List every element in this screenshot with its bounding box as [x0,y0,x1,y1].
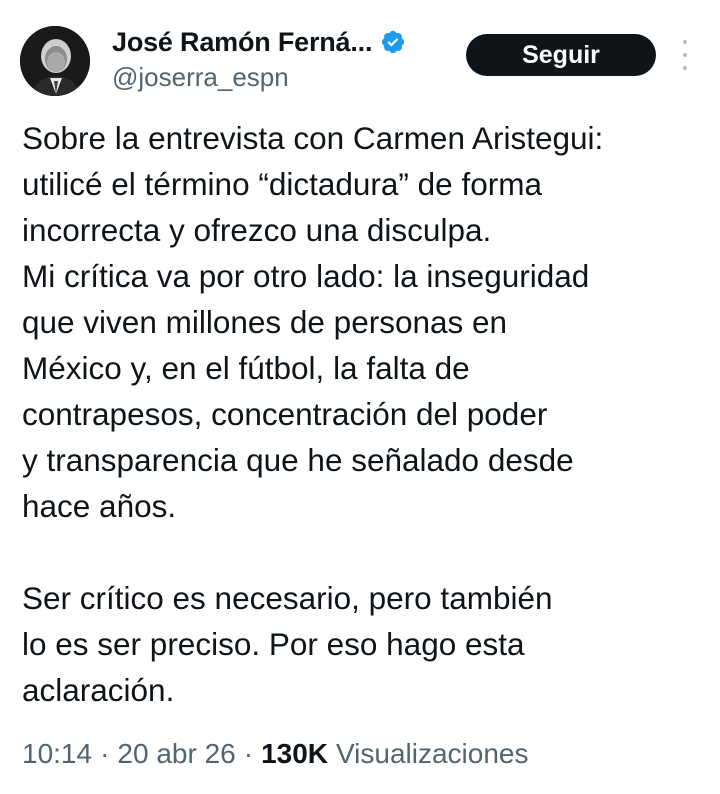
tweet-line: hace años. [22,488,177,524]
views-count: 130K [261,738,328,769]
tweet-line: Ser crítico es necesario, pero también [22,580,553,616]
tweet-date[interactable]: 20 abr 26 [117,738,235,770]
tweet-text: Sobre la entrevista con Carmen Aristegui… [22,115,712,713]
more-dot [683,53,687,57]
tweet-line: lo es ser preciso. Por eso hago esta [22,626,525,662]
author-handle[interactable]: @joserra_espn [112,62,289,93]
tweet-line: que viven millones de personas en [22,304,508,340]
tweet-line: y transparencia que he señalado desde [22,442,574,478]
author-display-name[interactable]: José Ramón Ferná... [112,27,372,58]
paragraph-break [22,529,712,575]
views-label: Visualizaciones [336,738,529,769]
tweet-time[interactable]: 10:14 [22,738,92,770]
tweet-line: incorrecta y ofrezco una disculpa. [22,212,492,248]
tweet-line: Mi crítica va por otro lado: la inseguri… [22,258,590,294]
meta-separator: · [100,738,110,769]
avatar[interactable] [20,26,90,96]
tweet-line: contrapesos, concentración del poder [22,396,548,432]
tweet-line: México y, en el fútbol, la falta de [22,350,470,386]
avatar-portrait-icon [20,26,90,96]
meta-separator: · [243,738,254,769]
tweet-line: aclaración. [22,672,175,708]
tweet-meta: 10:14 · 20 abr 26 · 130K Visualizaciones [22,738,529,770]
more-dot [683,40,687,44]
author-name-row: José Ramón Ferná... [112,24,406,60]
more-options-icon[interactable] [676,40,694,70]
tweet-line: Sobre la entrevista con Carmen Aristegui… [22,120,604,156]
follow-button[interactable]: Seguir [466,34,656,76]
more-dot [683,66,687,70]
tweet-card: José Ramón Ferná... @joserra_espn Seguir… [0,0,720,794]
verified-badge-icon [380,29,406,55]
tweet-line: utilicé el término “dictadura” de forma [22,166,542,202]
